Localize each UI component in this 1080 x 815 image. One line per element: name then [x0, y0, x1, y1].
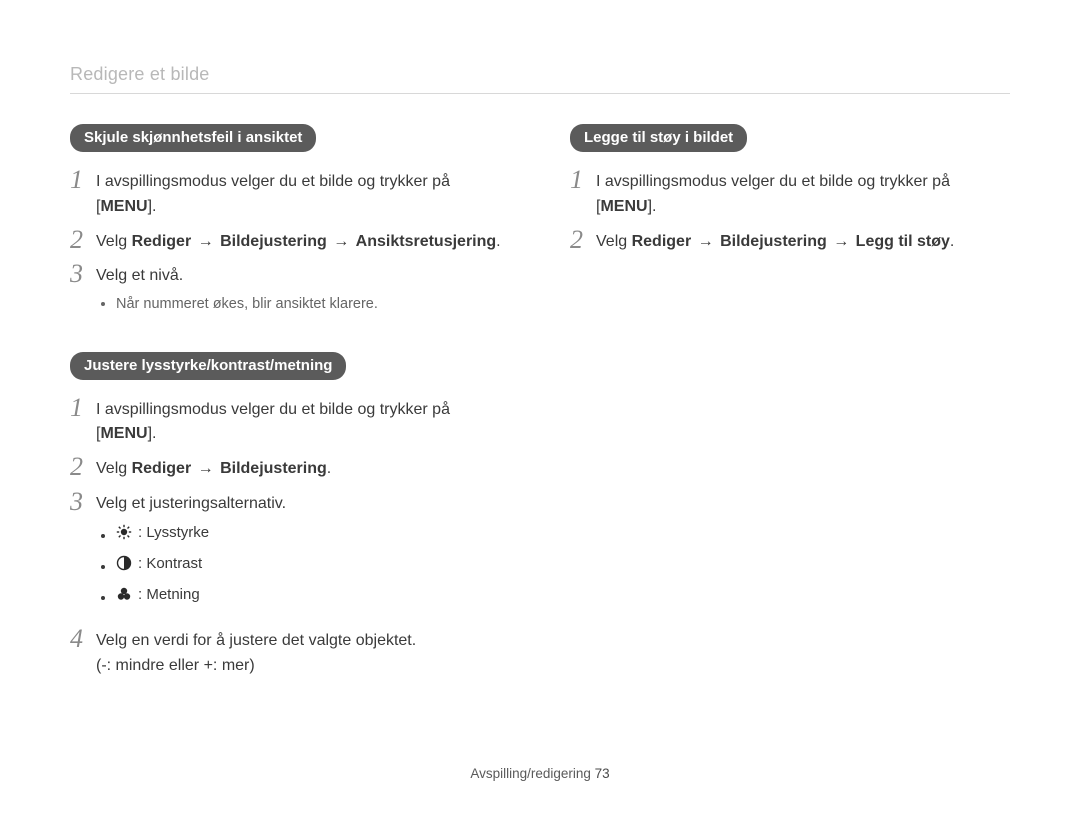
text: .	[152, 425, 156, 442]
step-1: 1 I avspillingsmodus velger du et bilde …	[70, 394, 510, 448]
contrast-icon	[116, 555, 132, 571]
horizontal-rule	[70, 93, 1010, 94]
brightness-icon	[116, 524, 132, 540]
step-number: 1	[570, 166, 596, 195]
text: Velg et nivå.	[96, 267, 183, 284]
text: I avspillingsmodus velger du et bilde og…	[96, 401, 450, 418]
option-brightness: : Lysstyrke	[116, 521, 286, 548]
text: I avspillingsmodus velger du et bilde og…	[596, 173, 950, 190]
menu-path: Rediger	[132, 233, 192, 250]
step-number: 1	[70, 394, 96, 423]
menu-path: Bildejustering	[220, 460, 327, 477]
text: .	[496, 233, 500, 250]
menu-path: Rediger	[132, 460, 192, 477]
arrow-icon: →	[196, 233, 216, 250]
step-3: 3 Velg et justeringsalternativ. : Lys	[70, 488, 510, 619]
footer-section-label: Avspilling/redigering	[470, 766, 591, 781]
step-number: 1	[70, 166, 96, 195]
note-list: Når nummeret økes, blir ansiktet klarere…	[116, 293, 378, 315]
steps-list: 1 I avspillingsmodus velger du et bilde …	[570, 166, 1010, 254]
arrow-icon: →	[196, 460, 216, 477]
step-text: I avspillingsmodus velger du et bilde og…	[96, 166, 510, 220]
section-heading-pill: Legge til støy i bildet	[570, 124, 747, 152]
option-contrast: : Kontrast	[116, 552, 286, 579]
text: .	[152, 198, 156, 215]
section-add-noise: Legge til støy i bildet 1 I avspillingsm…	[570, 124, 1010, 254]
text: I avspillingsmodus velger du et bilde og…	[96, 173, 450, 190]
text: Velg	[96, 460, 132, 477]
icon-option-list: : Lysstyrke : Kontrast	[116, 521, 286, 610]
steps-list: 1 I avspillingsmodus velger du et bilde …	[70, 394, 510, 679]
arrow-icon: →	[696, 233, 716, 250]
page-number: 73	[595, 766, 610, 781]
step-number: 2	[70, 226, 96, 255]
menu-path: Bildejustering	[720, 233, 827, 250]
step-text: I avspillingsmodus velger du et bilde og…	[96, 394, 510, 448]
step-3: 3 Velg et nivå. Når nummeret økes, blir …	[70, 260, 510, 321]
text: .	[652, 198, 656, 215]
step-number: 3	[70, 488, 96, 517]
step-text: Velg Rediger → Bildejustering → Ansiktsr…	[96, 226, 501, 255]
step-2: 2 Velg Rediger → Bildejustering → Legg t…	[570, 226, 1010, 255]
text: Velg	[96, 233, 132, 250]
step-1: 1 I avspillingsmodus velger du et bilde …	[570, 166, 1010, 220]
step-number: 4	[70, 625, 96, 654]
saturation-icon	[116, 586, 132, 602]
left-column: Skjule skjønnhetsfeil i ansiktet 1 I avs…	[70, 124, 510, 709]
step-number: 2	[570, 226, 596, 255]
step-2: 2 Velg Rediger → Bildejustering → Ansikt…	[70, 226, 510, 255]
note-item: Når nummeret økes, blir ansiktet klarere…	[116, 293, 378, 315]
step-number: 2	[70, 453, 96, 482]
content-columns: Skjule skjønnhetsfeil i ansiktet 1 I avs…	[70, 124, 1010, 709]
step-text: Velg en verdi for å justere det valgte o…	[96, 625, 416, 679]
step-number: 3	[70, 260, 96, 289]
page-title: Redigere et bilde	[70, 64, 1010, 85]
menu-button-label: MENU	[600, 198, 647, 215]
menu-button-label: MENU	[100, 425, 147, 442]
option-saturation: : Metning	[116, 583, 286, 610]
step-text: Velg et justeringsalternativ. : Lysstyrk…	[96, 488, 286, 619]
option-label: : Metning	[138, 583, 200, 606]
step-4: 4 Velg en verdi for å justere det valgte…	[70, 625, 510, 679]
section-adjust-brightness: Justere lysstyrke/kontrast/metning 1 I a…	[70, 352, 510, 679]
text: Velg en verdi for å justere det valgte o…	[96, 632, 416, 649]
step-text: I avspillingsmodus velger du et bilde og…	[596, 166, 1010, 220]
menu-path: Ansiktsretusjering	[356, 233, 496, 250]
menu-button-label: MENU	[100, 198, 147, 215]
text: (-: mindre eller +: mer)	[96, 657, 255, 674]
arrow-icon: →	[831, 233, 851, 250]
arrow-icon: →	[331, 233, 351, 250]
section-heading-pill: Skjule skjønnhetsfeil i ansiktet	[70, 124, 316, 152]
option-label: : Kontrast	[138, 552, 202, 575]
steps-list: 1 I avspillingsmodus velger du et bilde …	[70, 166, 510, 322]
option-label: : Lysstyrke	[138, 521, 209, 544]
section-heading-pill: Justere lysstyrke/kontrast/metning	[70, 352, 346, 380]
menu-path: Rediger	[632, 233, 692, 250]
manual-page: Redigere et bilde Skjule skjønnhetsfeil …	[0, 0, 1080, 815]
text: Velg	[596, 233, 632, 250]
step-1: 1 I avspillingsmodus velger du et bilde …	[70, 166, 510, 220]
page-footer: Avspilling/redigering 73	[0, 766, 1080, 781]
text: .	[950, 233, 954, 250]
text: Velg et justeringsalternativ.	[96, 495, 286, 512]
step-text: Velg et nivå. Når nummeret økes, blir an…	[96, 260, 378, 321]
step-2: 2 Velg Rediger → Bildejustering.	[70, 453, 510, 482]
right-column: Legge til støy i bildet 1 I avspillingsm…	[570, 124, 1010, 709]
menu-path: Bildejustering	[220, 233, 327, 250]
step-text: Velg Rediger → Bildejustering → Legg til…	[596, 226, 954, 255]
menu-path: Legg til støy	[856, 233, 950, 250]
text: .	[327, 460, 331, 477]
section-hide-blemishes: Skjule skjønnhetsfeil i ansiktet 1 I avs…	[70, 124, 510, 322]
step-text: Velg Rediger → Bildejustering.	[96, 453, 331, 482]
